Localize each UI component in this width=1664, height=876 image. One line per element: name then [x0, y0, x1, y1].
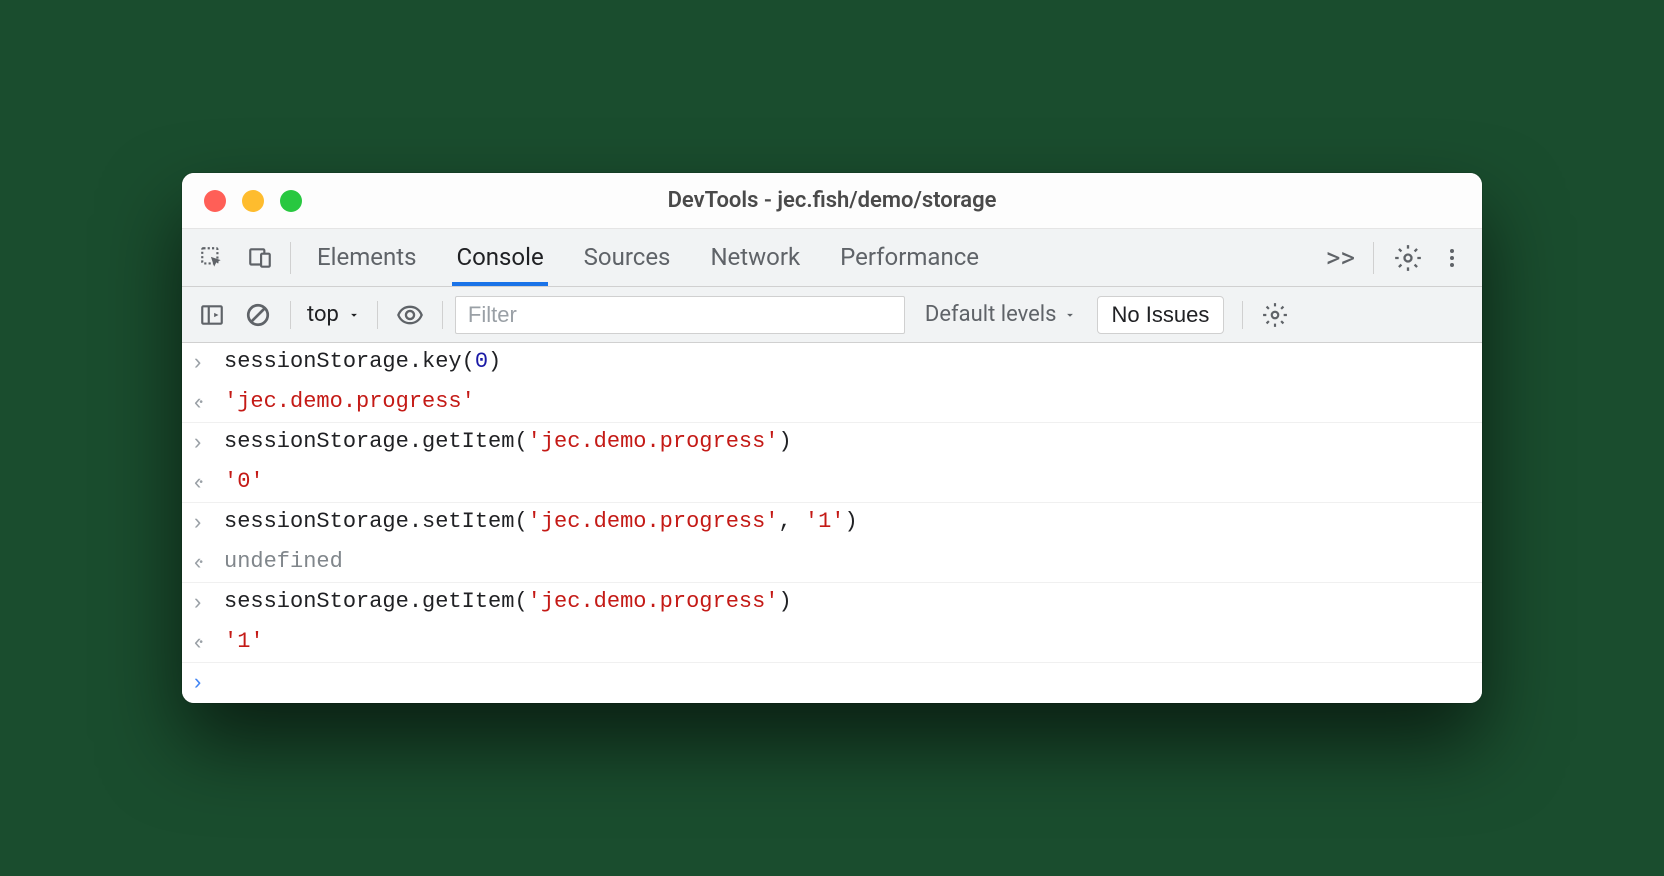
- console-line-input: ›sessionStorage.setItem('jec.demo.progre…: [182, 503, 1482, 543]
- console-output[interactable]: ›sessionStorage.key(0)‹•'jec.demo.progre…: [182, 343, 1482, 703]
- line-content: '1': [224, 629, 1470, 654]
- filter-input[interactable]: [455, 296, 905, 334]
- divider: [1242, 301, 1243, 329]
- levels-label: Default levels: [925, 302, 1057, 327]
- tabbar-right: [1363, 238, 1472, 278]
- settings-icon[interactable]: [1388, 238, 1428, 278]
- minimize-button[interactable]: [242, 190, 264, 212]
- divider: [442, 301, 443, 329]
- line-content: sessionStorage.key(0): [224, 349, 1470, 374]
- tab-performance[interactable]: Performance: [836, 231, 983, 285]
- live-expression-icon[interactable]: [390, 295, 430, 335]
- line-content: undefined: [224, 549, 1470, 574]
- console-line-output: ‹•undefined: [182, 543, 1482, 583]
- console-toolbar: top Default levels No Issues: [182, 287, 1482, 343]
- console-line-input: ›sessionStorage.getItem('jec.demo.progre…: [182, 423, 1482, 463]
- divider: [290, 301, 291, 329]
- more-tabs-button[interactable]: >>: [1318, 241, 1363, 274]
- divider: [377, 301, 378, 329]
- line-marker-icon: ‹•: [194, 629, 224, 655]
- divider: [290, 242, 291, 274]
- log-levels-selector[interactable]: Default levels: [925, 302, 1077, 327]
- line-content: sessionStorage.getItem('jec.demo.progres…: [224, 589, 1470, 614]
- console-line-output: ‹•'jec.demo.progress': [182, 383, 1482, 423]
- chevron-down-icon: [347, 308, 361, 322]
- divider: [1373, 242, 1374, 274]
- devtools-window: DevTools - jec.fish/demo/storage Element…: [182, 173, 1482, 703]
- console-line-input: ›sessionStorage.getItem('jec.demo.progre…: [182, 583, 1482, 623]
- line-marker-icon: ›: [194, 669, 224, 695]
- tabbar-left: [192, 238, 280, 278]
- chevron-down-icon: [1063, 308, 1077, 322]
- window-title: DevTools - jec.fish/demo/storage: [668, 188, 997, 213]
- console-line-output: ‹•'1': [182, 623, 1482, 663]
- toggle-sidebar-icon[interactable]: [192, 295, 232, 335]
- line-marker-icon: ‹•: [194, 549, 224, 575]
- console-line-input: ›sessionStorage.key(0): [182, 343, 1482, 383]
- context-label: top: [307, 302, 339, 327]
- context-selector[interactable]: top: [303, 302, 365, 327]
- console-settings-icon[interactable]: [1255, 295, 1295, 335]
- tab-console[interactable]: Console: [452, 231, 547, 285]
- tabbar: Elements Console Sources Network Performance…: [182, 229, 1482, 287]
- tab-elements[interactable]: Elements: [313, 231, 420, 285]
- line-marker-icon: ›: [194, 429, 224, 455]
- inspect-element-icon[interactable]: [192, 238, 232, 278]
- line-marker-icon: ‹•: [194, 469, 224, 495]
- close-button[interactable]: [204, 190, 226, 212]
- line-content: sessionStorage.setItem('jec.demo.progres…: [224, 509, 1470, 534]
- line-marker-icon: ‹•: [194, 389, 224, 415]
- line-marker-icon: ›: [194, 509, 224, 535]
- traffic-lights: [182, 190, 302, 212]
- line-marker-icon: ›: [194, 349, 224, 375]
- line-marker-icon: ›: [194, 589, 224, 615]
- tab-sources[interactable]: Sources: [580, 231, 675, 285]
- device-toolbar-icon[interactable]: [240, 238, 280, 278]
- maximize-button[interactable]: [280, 190, 302, 212]
- console-line-output: ‹•'0': [182, 463, 1482, 503]
- titlebar: DevTools - jec.fish/demo/storage: [182, 173, 1482, 229]
- clear-console-icon[interactable]: [238, 295, 278, 335]
- line-content: 'jec.demo.progress': [224, 389, 1470, 414]
- line-content: sessionStorage.getItem('jec.demo.progres…: [224, 429, 1470, 454]
- tab-network[interactable]: Network: [706, 231, 804, 285]
- line-content: '0': [224, 469, 1470, 494]
- console-line-prompt: ›: [182, 663, 1482, 703]
- tabs: Elements Console Sources Network Performance: [313, 231, 1318, 285]
- issues-button[interactable]: No Issues: [1097, 296, 1225, 334]
- more-menu-icon[interactable]: [1432, 238, 1472, 278]
